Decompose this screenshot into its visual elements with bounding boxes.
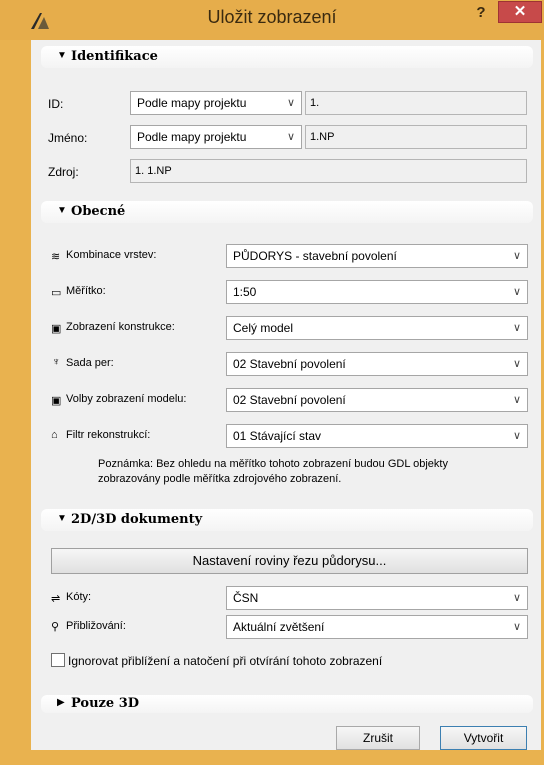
scale-icon: ▭ — [51, 287, 62, 299]
sada-label: Sada per: — [66, 357, 114, 369]
chevron-down-icon: ∨ — [512, 430, 521, 442]
help-button[interactable]: ? — [466, 2, 496, 24]
expand-down-icon: ▼ — [57, 50, 67, 61]
chevron-down-icon: ∨ — [512, 394, 521, 406]
zdroj-value: 1. 1.NP — [135, 165, 172, 177]
jmeno-field[interactable]: 1.NP — [305, 125, 527, 149]
filtr-select[interactable]: 01 Stávající stav ∨ — [226, 424, 528, 448]
expand-down-icon: ▼ — [57, 205, 67, 216]
kombinace-value: PŮDORYS - stavební povolení — [233, 249, 397, 263]
priblizovani-label: Přibližování: — [66, 620, 126, 632]
filtr-label: Filtr rekonstrukcí: — [66, 429, 151, 441]
section-title: 2D/3D dokumenty — [71, 512, 203, 527]
jmeno-mode-value: Podle mapy projektu — [137, 130, 247, 144]
chevron-down-icon: ∨ — [512, 250, 521, 262]
meritko-label: Měřítko: — [66, 285, 106, 297]
kombinace-select[interactable]: PŮDORYS - stavební povolení ∨ — [226, 244, 528, 268]
chevron-down-icon: ∨ — [512, 358, 521, 370]
expand-right-icon: ▶ — [57, 697, 65, 708]
jmeno-mode-select[interactable]: Podle mapy projektu ∨ — [130, 125, 302, 149]
expand-down-icon: ▼ — [57, 513, 67, 524]
sada-value: 02 Stavební povolení — [233, 357, 346, 371]
note-line-1: Poznámka: Bez ohledu na měřítko tohoto z… — [98, 458, 448, 470]
id-mode-select[interactable]: Podle mapy projektu ∨ — [130, 91, 302, 115]
chevron-down-icon: ∨ — [512, 322, 521, 334]
section-title: Pouze 3D — [71, 696, 140, 711]
volby-label: Volby zobrazení modelu: — [66, 393, 187, 405]
note-line-2: zobrazovány podle měřítka zdrojového zob… — [98, 473, 342, 485]
section-title: Identifikace — [71, 49, 158, 64]
section-pouze3d[interactable]: ▶ Pouze 3D — [41, 695, 533, 713]
section-title: Obecné — [71, 204, 126, 219]
ignore-zoom-label[interactable]: Ignorovat přiblížení a natočení při otví… — [68, 654, 382, 668]
id-label: ID: — [48, 97, 64, 111]
section-obecne[interactable]: ▼ Obecné — [41, 201, 533, 223]
window-title: Uložit zobrazení — [207, 7, 337, 27]
window-bottom-border — [31, 750, 541, 765]
kombinace-label: Kombinace vrstev: — [66, 249, 157, 261]
zobrazeni-value: Celý model — [233, 321, 294, 335]
priblizovani-select[interactable]: Aktuální zvětšení ∨ — [226, 615, 528, 639]
chevron-down-icon: ∨ — [286, 131, 295, 143]
chevron-down-icon: ∨ — [512, 621, 521, 633]
scale-note: Poznámka: Bez ohledu na měřítko tohoto z… — [98, 457, 518, 487]
structure-icon: ▣ — [51, 323, 62, 335]
priblizovani-value: Aktuální zvětšení — [233, 620, 325, 634]
layers-icon: ≋ — [51, 251, 61, 263]
zdroj-label: Zdroj: — [48, 165, 79, 179]
close-button[interactable]: ✕ — [498, 1, 542, 23]
meritko-select[interactable]: 1:50 ∨ — [226, 280, 528, 304]
pen-icon: ♆ — [52, 356, 61, 368]
zobrazeni-select[interactable]: Celý model ∨ — [226, 316, 528, 340]
floor-plan-cut-plane-button[interactable]: Nastavení roviny řezu půdorysu... — [51, 548, 528, 574]
sada-select[interactable]: 02 Stavební povolení ∨ — [226, 352, 528, 376]
dialog-window: Uložit zobrazení ? ✕ ▼ Identifikace ID: … — [0, 0, 544, 765]
zdroj-field: 1. 1.NP — [130, 159, 527, 183]
title-bar[interactable]: Uložit zobrazení ? ✕ — [0, 0, 544, 40]
filter-icon: ⌂ — [51, 429, 58, 441]
model-icon: ▣ — [51, 395, 62, 407]
id-mode-value: Podle mapy projektu — [137, 96, 247, 110]
id-field[interactable]: 1. — [305, 91, 527, 115]
chevron-down-icon: ∨ — [286, 97, 295, 109]
koty-label: Kóty: — [66, 591, 92, 603]
filtr-value: 01 Stávající stav — [233, 429, 322, 443]
id-value: 1. — [310, 97, 320, 109]
volby-select[interactable]: 02 Stavební povolení ∨ — [226, 388, 528, 412]
dialog-body: ▼ Identifikace ID: Podle mapy projektu ∨… — [31, 40, 541, 750]
zobrazeni-label: Zobrazení konstrukce: — [66, 321, 175, 333]
volby-value: 02 Stavební povolení — [233, 393, 346, 407]
create-button[interactable]: Vytvořit — [440, 726, 527, 750]
zoom-icon: ⚲ — [51, 621, 60, 633]
cancel-button[interactable]: Zrušit — [336, 726, 420, 750]
koty-select[interactable]: ČSN ∨ — [226, 586, 528, 610]
section-dokumenty[interactable]: ▼ 2D/3D dokumenty — [41, 509, 533, 531]
dimension-icon: ⇌ — [51, 593, 61, 605]
ignore-zoom-checkbox[interactable] — [51, 653, 65, 667]
koty-value: ČSN — [233, 591, 259, 605]
meritko-value: 1:50 — [233, 285, 257, 299]
jmeno-label: Jméno: — [48, 131, 88, 145]
jmeno-value: 1.NP — [310, 131, 335, 143]
chevron-down-icon: ∨ — [512, 286, 521, 298]
chevron-down-icon: ∨ — [512, 592, 521, 604]
section-identifikace[interactable]: ▼ Identifikace — [41, 46, 533, 68]
